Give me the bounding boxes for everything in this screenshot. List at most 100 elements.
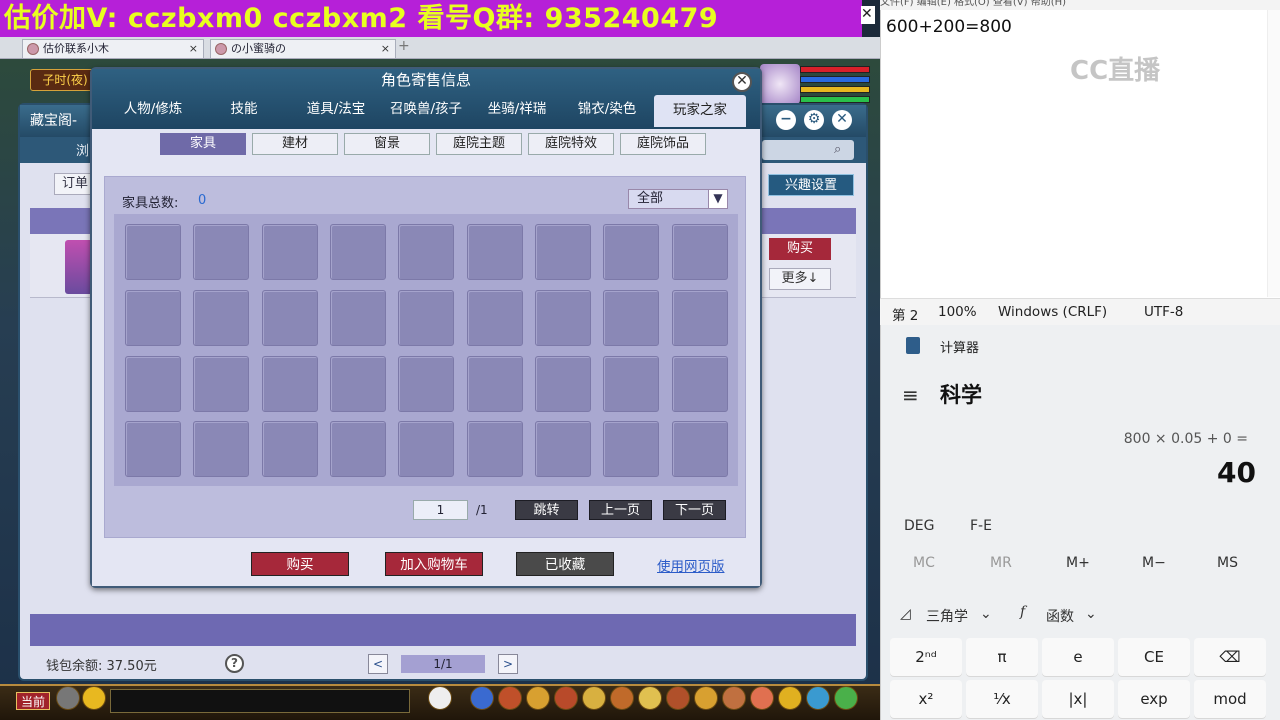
- furniture-slot[interactable]: [193, 290, 249, 346]
- furniture-slot[interactable]: [535, 356, 591, 412]
- trade-icon[interactable]: [554, 686, 578, 710]
- memory-add-button[interactable]: M+: [1066, 555, 1090, 571]
- furniture-slot[interactable]: [603, 421, 659, 477]
- item-bag-icon[interactable]: [498, 686, 522, 710]
- pi-key[interactable]: π: [966, 638, 1038, 676]
- furniture-slot[interactable]: [262, 421, 318, 477]
- furniture-slot[interactable]: [398, 290, 454, 346]
- furniture-slot[interactable]: [398, 356, 454, 412]
- furniture-slot[interactable]: [535, 224, 591, 280]
- angle-unit-button[interactable]: DEG: [904, 518, 934, 534]
- interest-settings-button[interactable]: 兴趣设置: [768, 174, 854, 196]
- shop-icon[interactable]: [750, 686, 774, 710]
- notepad-scrollbar[interactable]: [1267, 10, 1280, 297]
- jump-button[interactable]: 跳转: [515, 500, 578, 520]
- square-key[interactable]: x²: [890, 680, 962, 718]
- guild-icon[interactable]: [666, 686, 690, 710]
- close-icon[interactable]: ×: [381, 40, 390, 57]
- furniture-slot[interactable]: [672, 224, 728, 280]
- quest-icon[interactable]: [694, 686, 718, 710]
- hamburger-menu-icon[interactable]: ≡: [902, 383, 919, 407]
- next-page-button[interactable]: 下一页: [663, 500, 726, 520]
- furniture-slot[interactable]: [672, 356, 728, 412]
- furniture-slot[interactable]: [330, 224, 386, 280]
- furniture-slot[interactable]: [125, 290, 181, 346]
- notepad-content[interactable]: 600+200=800: [886, 17, 1012, 37]
- furniture-slot[interactable]: [467, 356, 523, 412]
- tab-outfits[interactable]: 锦衣/染色: [566, 97, 648, 123]
- buy-button[interactable]: 购买: [251, 552, 349, 576]
- system-icon[interactable]: [806, 686, 830, 710]
- pet-icon[interactable]: [428, 686, 452, 710]
- banner-close-icon[interactable]: ✕: [861, 6, 875, 24]
- furniture-slot[interactable]: [398, 224, 454, 280]
- mod-key[interactable]: mod: [1194, 680, 1266, 718]
- chat-channel-button[interactable]: 当前: [16, 692, 50, 710]
- furniture-slot[interactable]: [330, 290, 386, 346]
- subtab-courtyard-effects[interactable]: 庭院特效: [528, 133, 614, 155]
- cangbaoge-tab-browse[interactable]: 浏: [76, 140, 89, 159]
- furniture-slot[interactable]: [193, 356, 249, 412]
- prev-page-button[interactable]: <: [368, 654, 388, 674]
- web-version-link[interactable]: 使用网页版: [657, 555, 725, 575]
- subtab-courtyard-theme[interactable]: 庭院主题: [436, 133, 522, 155]
- furniture-slot[interactable]: [262, 356, 318, 412]
- activity-icon[interactable]: [778, 686, 802, 710]
- add-to-cart-button[interactable]: 加入购物车: [385, 552, 483, 576]
- notepad-menu[interactable]: 文件(F) 编辑(E) 格式(O) 查看(V) 帮助(H): [880, 0, 1280, 10]
- memory-subtract-button[interactable]: M−: [1142, 555, 1166, 571]
- emoji-icon[interactable]: [82, 686, 106, 710]
- tab-pets[interactable]: 召唤兽/孩子: [382, 97, 470, 123]
- e-key[interactable]: e: [1042, 638, 1114, 676]
- furniture-slot[interactable]: [467, 224, 523, 280]
- tab-home[interactable]: 玩家之家: [654, 95, 746, 127]
- fe-button[interactable]: F-E: [970, 518, 992, 534]
- tab-character[interactable]: 人物/修炼: [112, 97, 194, 123]
- furniture-slot[interactable]: [262, 224, 318, 280]
- tab-items[interactable]: 道具/法宝: [294, 97, 378, 123]
- memory-clear-button[interactable]: MC: [913, 555, 935, 571]
- chat-input[interactable]: [110, 689, 410, 713]
- exp-key[interactable]: exp: [1118, 680, 1190, 718]
- furniture-slot[interactable]: [330, 421, 386, 477]
- search-icon[interactable]: ⌕: [834, 142, 850, 158]
- trigonometry-dropdown[interactable]: 三角学: [926, 606, 968, 626]
- buy-button[interactable]: 购买: [769, 238, 831, 260]
- close-icon[interactable]: ×: [189, 40, 198, 57]
- friends-icon[interactable]: [722, 686, 746, 710]
- collected-button[interactable]: 已收藏: [516, 552, 614, 576]
- chevron-down-icon[interactable]: ⌄: [1085, 606, 1097, 622]
- furniture-slot[interactable]: [125, 224, 181, 280]
- furniture-slot[interactable]: [603, 356, 659, 412]
- furniture-slot[interactable]: [467, 421, 523, 477]
- furniture-slot[interactable]: [603, 290, 659, 346]
- memory-recall-button[interactable]: MR: [990, 555, 1012, 571]
- new-tab-icon[interactable]: +: [398, 39, 412, 55]
- clear-entry-key[interactable]: CE: [1118, 638, 1190, 676]
- close-icon[interactable]: ✕: [832, 110, 852, 130]
- furniture-slot[interactable]: [193, 421, 249, 477]
- furniture-slot[interactable]: [535, 421, 591, 477]
- function-dropdown[interactable]: 函数: [1046, 606, 1074, 626]
- furniture-slot[interactable]: [193, 224, 249, 280]
- furniture-slot[interactable]: [262, 290, 318, 346]
- more-button[interactable]: 更多↓: [769, 268, 831, 290]
- subtab-materials[interactable]: 建材: [252, 133, 338, 155]
- furniture-slot[interactable]: [535, 290, 591, 346]
- furniture-slot[interactable]: [603, 224, 659, 280]
- furniture-slot[interactable]: [330, 356, 386, 412]
- reciprocal-key[interactable]: ¹⁄x: [966, 680, 1038, 718]
- task-icon[interactable]: [638, 686, 662, 710]
- furniture-slot[interactable]: [125, 356, 181, 412]
- furniture-slot[interactable]: [467, 290, 523, 346]
- team-icon[interactable]: [582, 686, 606, 710]
- character-avatar[interactable]: [65, 240, 93, 294]
- prev-page-button[interactable]: 上一页: [589, 500, 652, 520]
- map-icon[interactable]: [834, 686, 858, 710]
- next-page-button[interactable]: >: [498, 654, 518, 674]
- pet-menu-icon[interactable]: [610, 686, 634, 710]
- tab-skills[interactable]: 技能: [214, 97, 274, 123]
- absolute-key[interactable]: |x|: [1042, 680, 1114, 718]
- chevron-down-icon[interactable]: ▼: [708, 190, 727, 208]
- give-icon[interactable]: [526, 686, 550, 710]
